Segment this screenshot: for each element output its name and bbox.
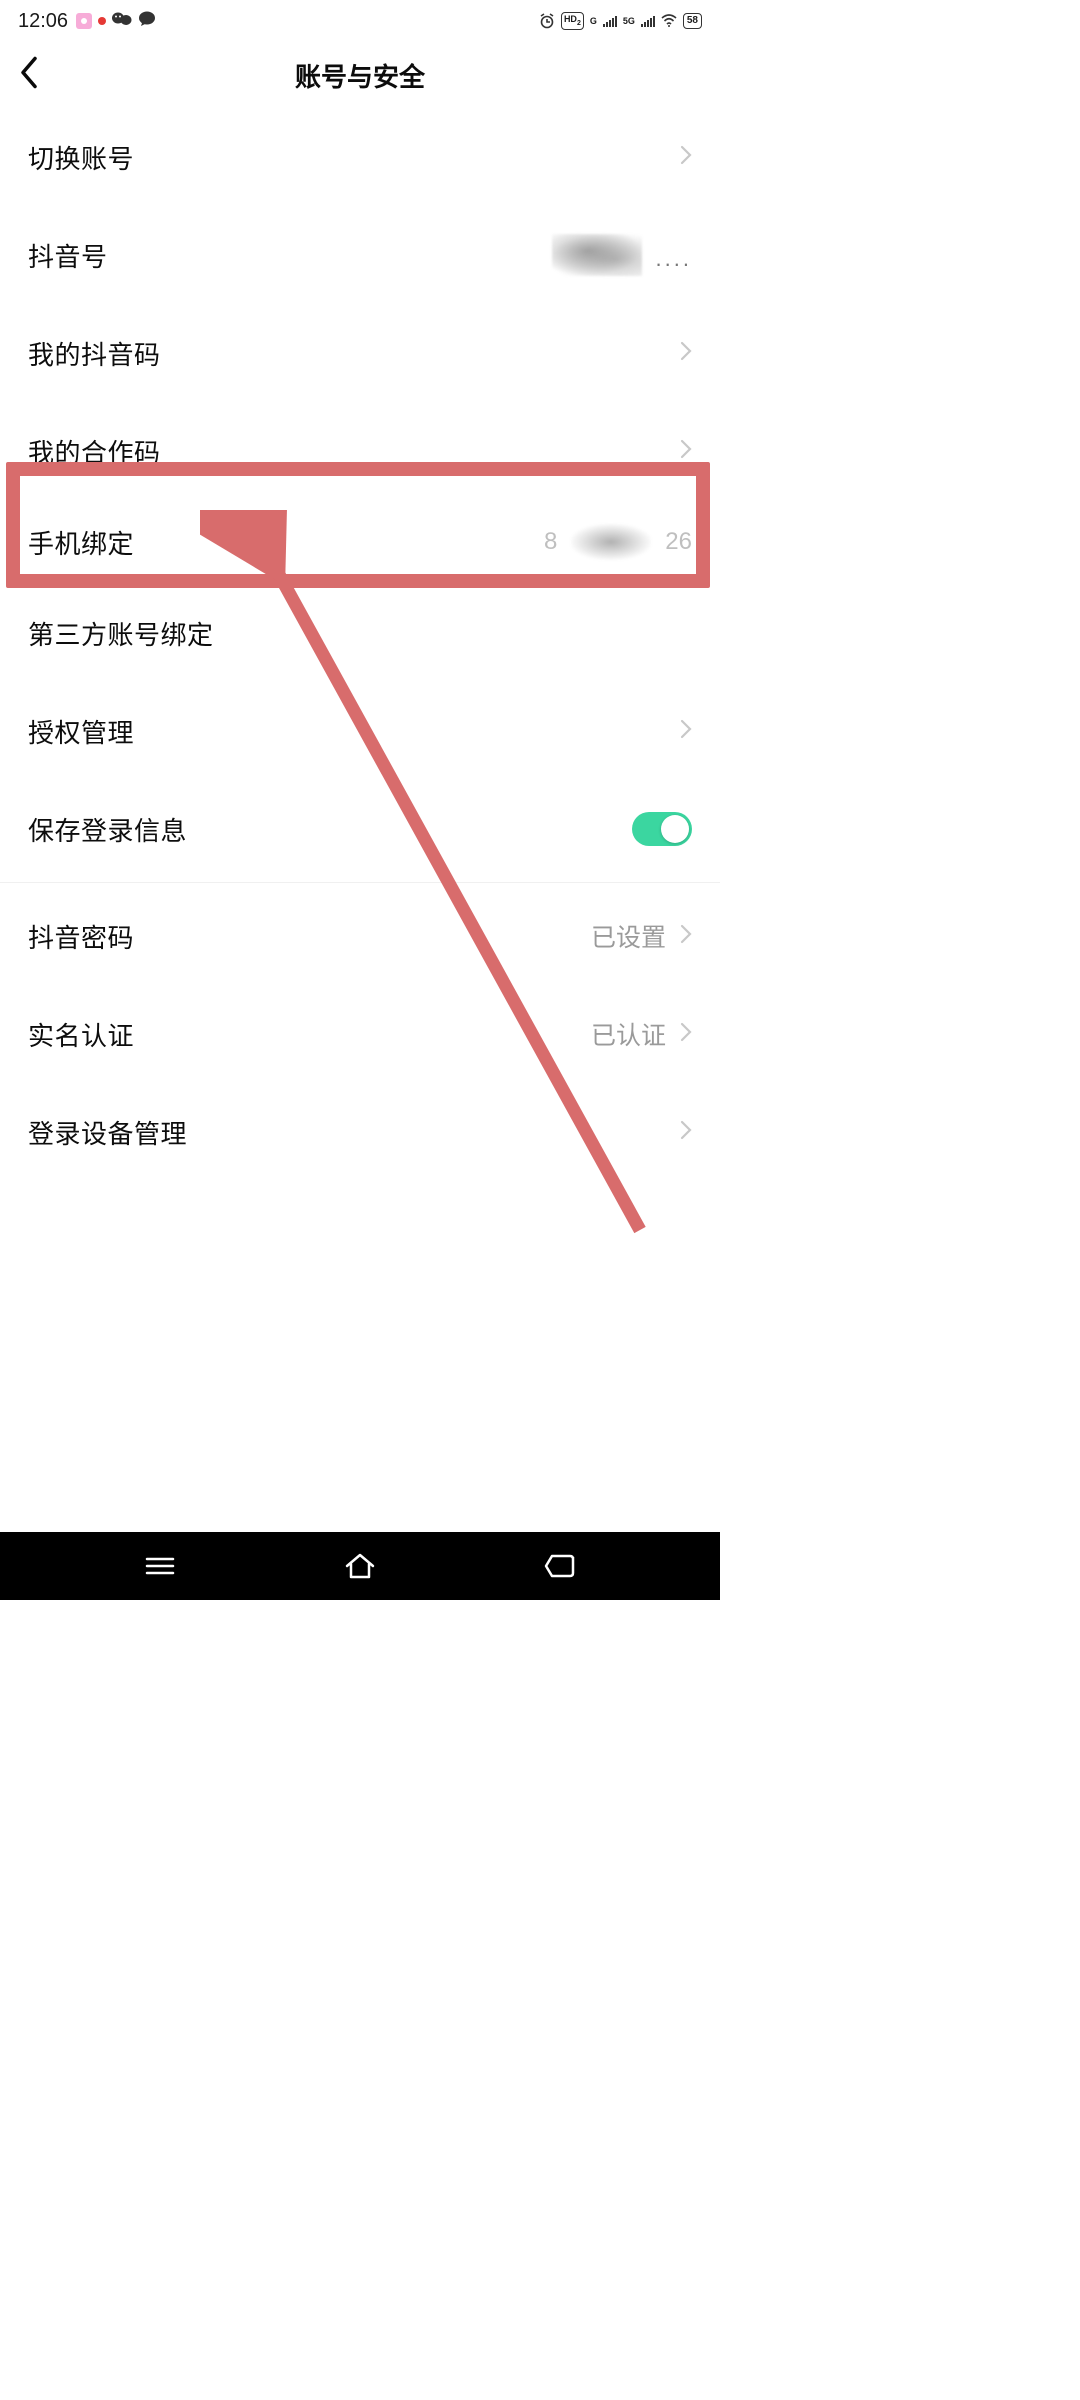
alarm-icon [539,13,555,29]
row-douyin-id[interactable]: 抖音号 .... [0,206,720,304]
row-label: 我的合作码 [28,433,161,470]
row-value: 已认证 [591,1016,666,1052]
row-label: 实名认证 [28,1016,134,1053]
row-phone-binding[interactable]: 手机绑定 8 26 [0,500,720,584]
status-time: 12:06 [18,10,68,33]
phone-prefix: 8 [544,528,557,556]
signal-g-label: G [590,16,597,26]
camera-icon [76,13,92,29]
chevron-right-icon [680,439,692,464]
toggle-switch[interactable] [632,812,692,846]
row-realname-verification[interactable]: 实名认证 已认证 [0,985,720,1083]
signal-5g-label: 5G [623,16,635,26]
row-password[interactable]: 抖音密码 已设置 [0,887,720,985]
row-authorization-management[interactable]: 授权管理 [0,682,720,780]
row-third-party-binding[interactable]: 第三方账号绑定 [0,584,720,682]
redacted-value [571,524,651,560]
chevron-right-icon [680,924,692,949]
row-my-qr[interactable]: 我的抖音码 [0,304,720,402]
redacted-dots: .... [656,246,692,276]
row-label: 抖音密码 [28,918,134,955]
row-login-devices[interactable]: 登录设备管理 [0,1083,720,1181]
signal-bars-icon [603,15,617,27]
row-save-login-info[interactable]: 保存登录信息 [0,780,720,878]
nav-home-button[interactable] [343,1552,377,1580]
chat-bubble-icon [138,11,156,31]
row-label: 登录设备管理 [28,1114,187,1151]
row-label: 保存登录信息 [28,811,187,848]
chevron-right-icon [680,1022,692,1047]
chevron-right-icon [680,719,692,744]
status-right: HD2 G 5G 58 [539,12,702,31]
row-label: 手机绑定 [28,524,134,561]
status-bar: 12:06 HD2 G 5G 58 [0,0,720,36]
phone-suffix: 26 [665,528,692,556]
system-nav-bar [0,1532,720,1600]
battery-indicator: 58 [683,13,702,29]
page-header: 账号与安全 [0,42,720,108]
location-pin-icon [98,17,106,25]
row-label: 切换账号 [28,139,134,176]
back-button[interactable] [18,56,40,95]
nav-back-button[interactable] [543,1553,577,1579]
row-label: 我的抖音码 [28,335,161,372]
settings-list: 切换账号 抖音号 .... 我的抖音码 我的合作码 手机绑定 [0,108,720,1181]
wifi-icon [661,14,677,27]
row-label: 抖音号 [28,237,108,274]
chevron-right-icon [680,145,692,170]
row-cooperation-code[interactable]: 我的合作码 [0,402,720,500]
signal-bars-icon [641,15,655,27]
row-switch-account[interactable]: 切换账号 [0,108,720,206]
divider [0,882,720,883]
row-label: 第三方账号绑定 [28,615,214,652]
chevron-right-icon [680,1120,692,1145]
chevron-right-icon [680,341,692,366]
hd-badge: HD2 [561,12,584,31]
row-label: 授权管理 [28,713,134,750]
page-title: 账号与安全 [295,57,425,94]
wechat-icon [112,11,132,31]
redacted-value [552,234,642,276]
row-value: 已设置 [591,918,666,954]
nav-recents-button[interactable] [143,1554,177,1578]
